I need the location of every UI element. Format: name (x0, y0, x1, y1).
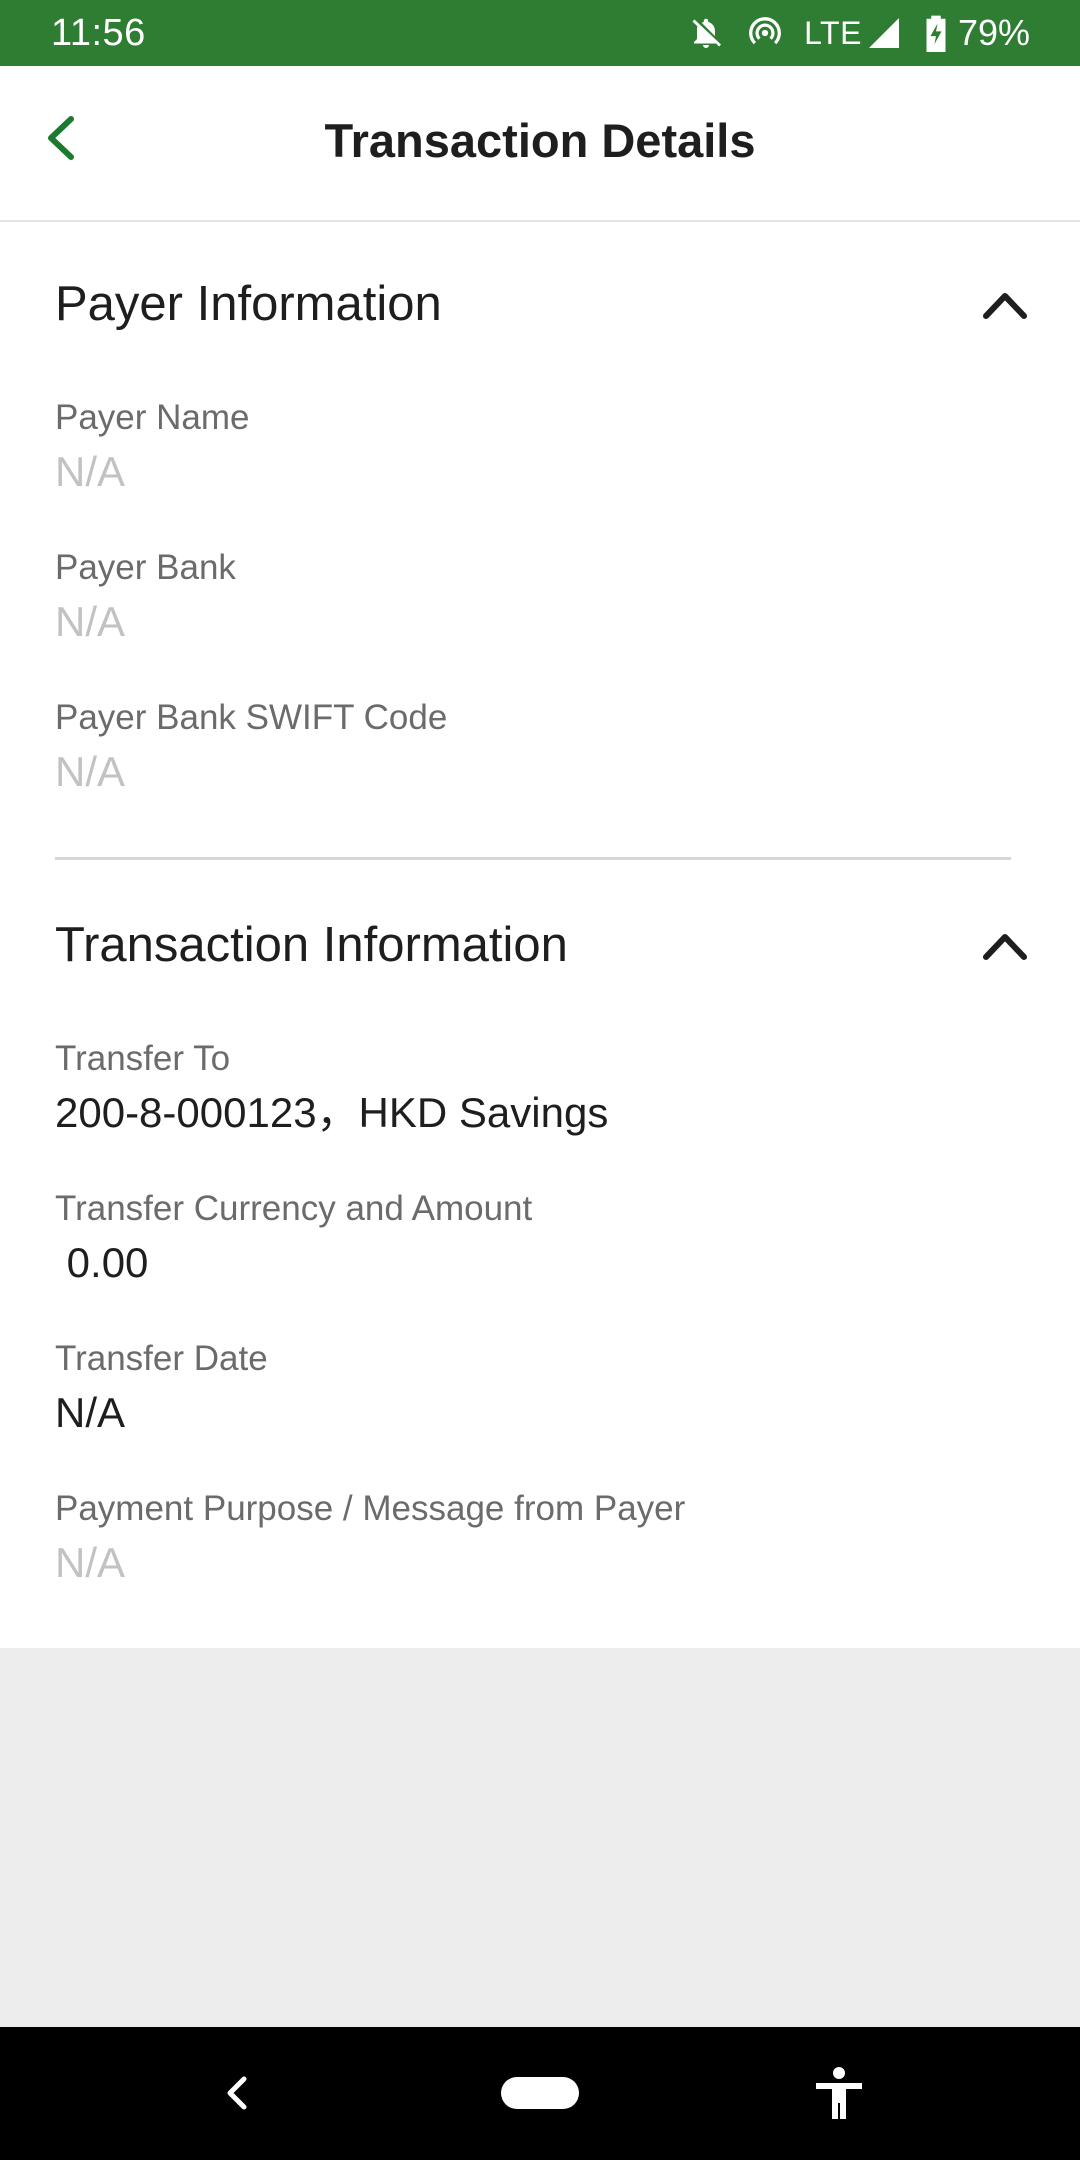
notifications-off-icon (688, 14, 724, 52)
field-label: Payer Bank SWIFT Code (55, 698, 448, 737)
transfer-amount-field: Transfer Currency and Amount 0.00 (55, 1188, 1015, 1288)
page-title: Transaction Details (324, 114, 756, 167)
field-label: Transfer Date (55, 1339, 268, 1378)
payer-bank-field: Payer Bank N/A (55, 547, 1015, 647)
field-label: Transfer To (55, 1039, 231, 1078)
chevron-up-icon[interactable] (980, 284, 1030, 324)
transfer-to-field: Transfer To 200-8-000123，HKD Savings (55, 1038, 1015, 1138)
field-label: Payment Purpose / Message from Payer (55, 1489, 686, 1528)
section-divider (55, 857, 1011, 860)
network-type: LTE (804, 14, 862, 51)
field-value: N/A (55, 748, 126, 795)
field-label: Payer Bank (55, 548, 236, 587)
field-label: Transfer Currency and Amount (55, 1189, 533, 1228)
system-nav-bar (0, 2027, 1080, 2160)
field-value: N/A (55, 1539, 126, 1586)
field-value: N/A (55, 448, 126, 495)
transaction-details-card: Payer Information Payer Name N/A Payer B… (0, 222, 1080, 1648)
field-value: 0.00 (55, 1239, 149, 1286)
transaction-info-section-header[interactable]: Transaction Information (0, 897, 1080, 993)
battery-charging-icon (924, 14, 948, 52)
status-icons: LTE 79% (666, 9, 1030, 57)
payer-name-field: Payer Name N/A (55, 397, 1015, 497)
payer-bank-swift-field: Payer Bank SWIFT Code N/A (55, 697, 1015, 797)
payer-info-section-header[interactable]: Payer Information (0, 256, 1080, 352)
back-icon[interactable] (218, 2071, 258, 2115)
field-label: Payer Name (55, 398, 250, 437)
status-time: 11:56 (51, 12, 146, 54)
payer-info-title: Payer Information (55, 277, 442, 331)
field-value: 200-8-000123，HKD Savings (55, 1089, 609, 1136)
hotspot-icon (746, 14, 784, 52)
field-value: N/A (55, 598, 126, 645)
accessibility-icon[interactable] (812, 2065, 866, 2121)
chevron-up-icon[interactable] (980, 925, 1030, 965)
transfer-date-field: Transfer Date N/A (55, 1338, 1015, 1438)
app-header: Transaction Details (0, 66, 1080, 222)
battery-percent: 79% (957, 12, 1030, 53)
signal-icon (866, 15, 902, 51)
transaction-info-title: Transaction Information (55, 918, 568, 972)
field-value: N/A (55, 1389, 126, 1436)
status-bar: 11:56 LTE 79% (0, 0, 1080, 66)
payment-purpose-field: Payment Purpose / Message from Payer N/A (55, 1488, 1015, 1588)
home-pill-icon[interactable] (501, 2077, 579, 2109)
